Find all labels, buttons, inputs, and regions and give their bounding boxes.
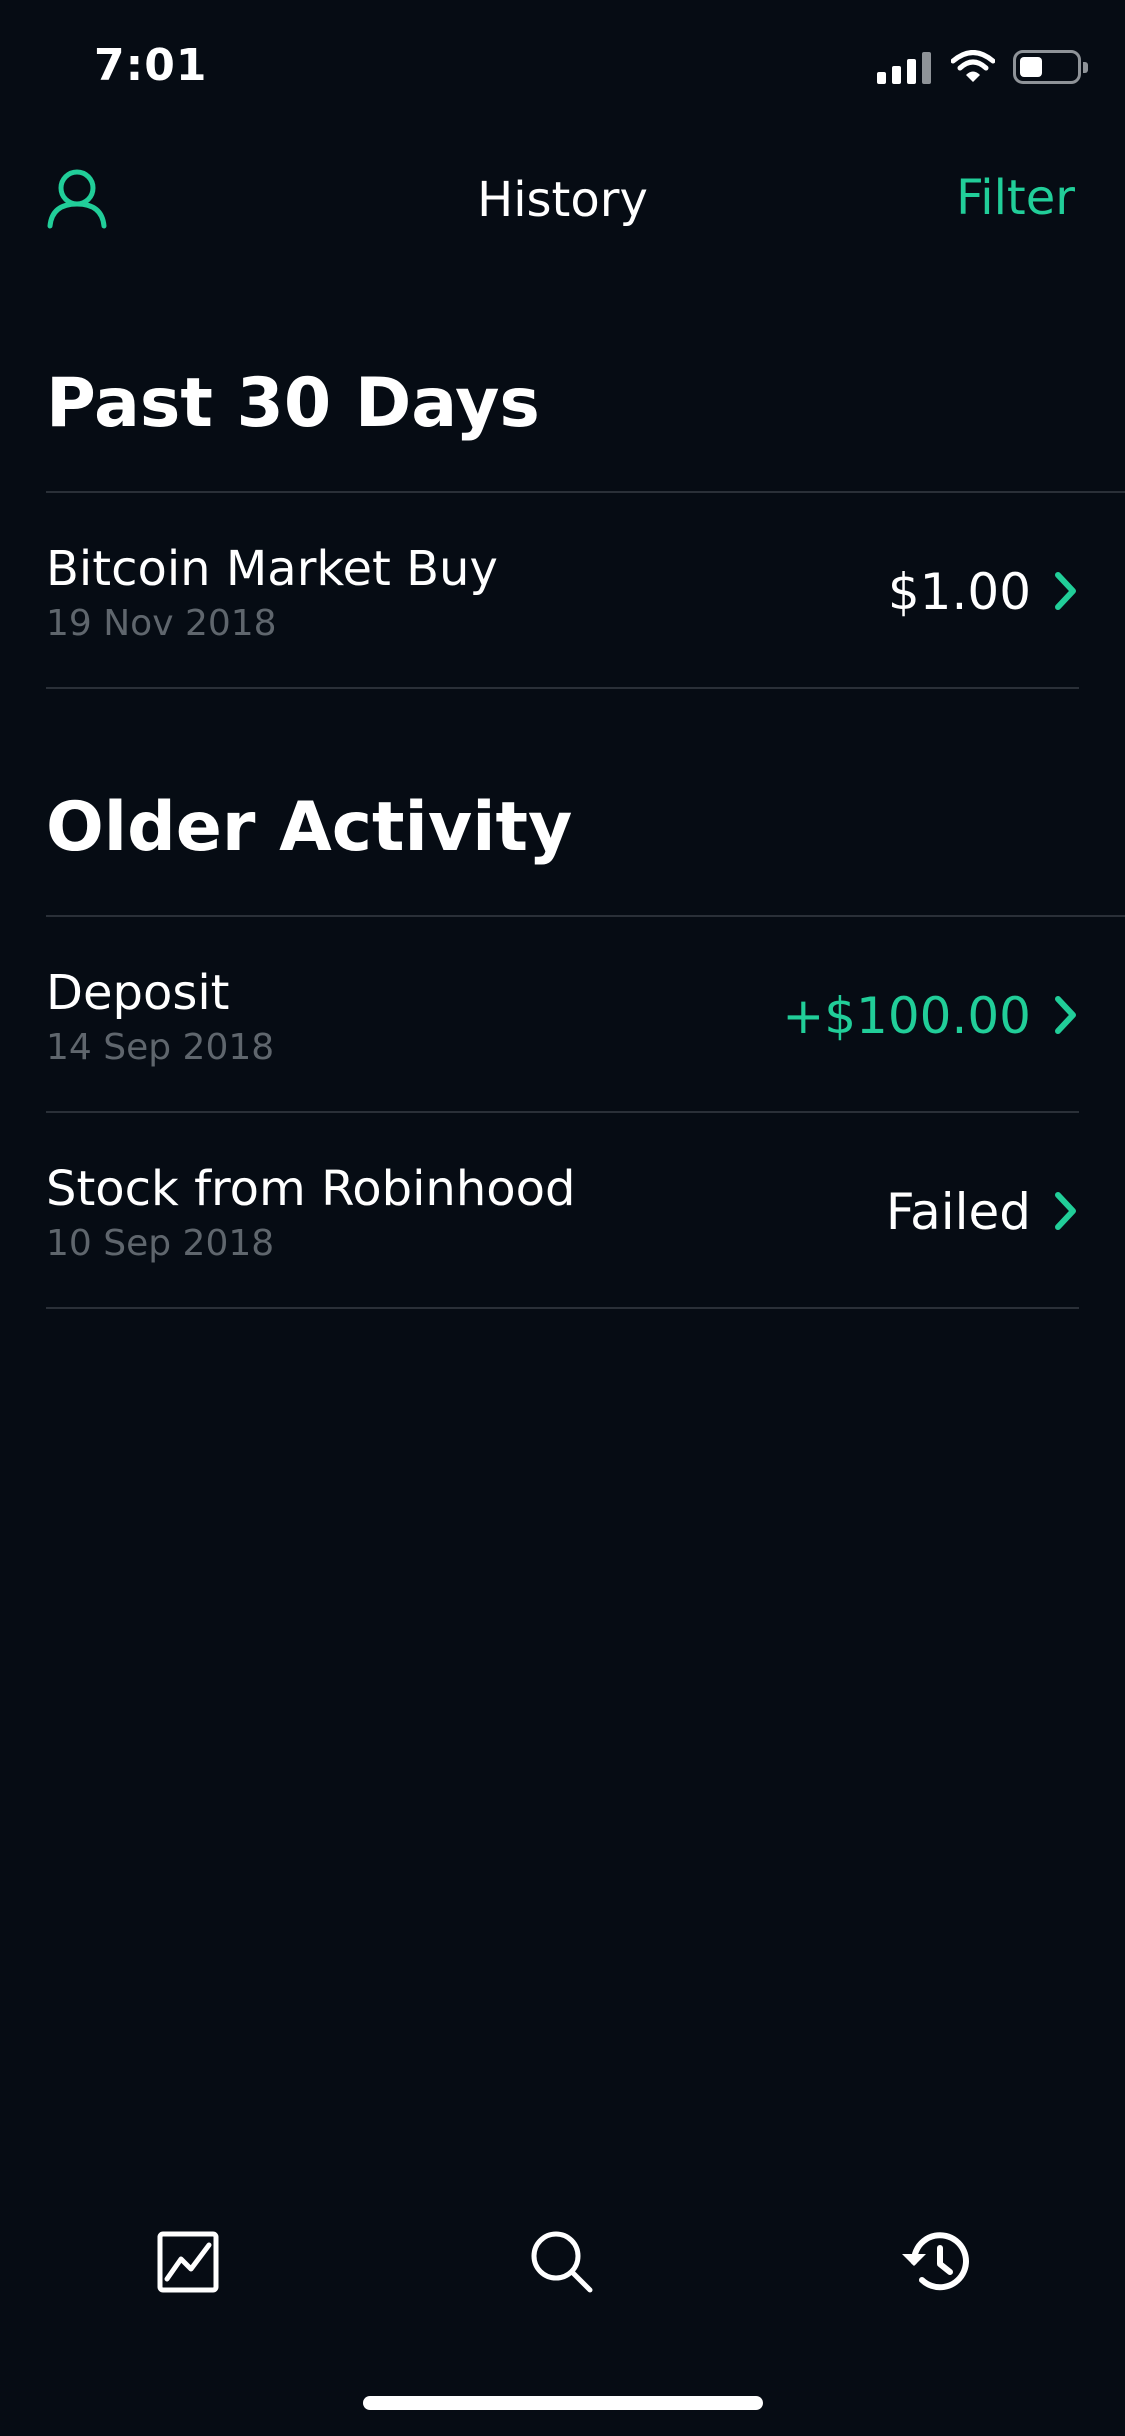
wifi-icon — [951, 50, 995, 82]
item-amount: $1.00 — [887, 563, 1031, 621]
chevron-right-icon — [1055, 996, 1076, 1034]
tab-portfolio[interactable] — [148, 2222, 228, 2302]
filter-button[interactable]: Filter — [956, 170, 1075, 226]
tab-history[interactable] — [896, 2222, 976, 2302]
search-icon — [531, 2231, 593, 2293]
person-icon — [47, 169, 107, 229]
item-date: 19 Nov 2018 — [46, 603, 277, 644]
item-date: 14 Sep 2018 — [46, 1027, 275, 1068]
profile-button[interactable] — [44, 164, 114, 234]
history-screen: 7:01 History Filter Past 30 Days Bitcoin… — [0, 0, 1125, 2436]
item-date: 10 Sep 2018 — [46, 1223, 275, 1264]
history-icon — [902, 2232, 969, 2291]
list-item[interactable]: Bitcoin Market Buy 19 Nov 2018 $1.00 — [46, 493, 1079, 689]
battery-icon — [1013, 50, 1088, 84]
chevron-right-icon — [1055, 1192, 1076, 1230]
item-title: Stock from Robinhood — [46, 1161, 576, 1217]
item-status: Failed — [885, 1183, 1031, 1241]
status-time: 7:01 — [94, 40, 208, 91]
status-icons — [877, 50, 1088, 84]
item-title: Bitcoin Market Buy — [46, 541, 498, 597]
list-item[interactable]: Deposit 14 Sep 2018 +$100.00 — [46, 917, 1079, 1113]
tab-search[interactable] — [522, 2222, 602, 2302]
chevron-right-icon — [1055, 572, 1076, 610]
cellular-signal-icon — [877, 50, 931, 84]
section-title-older-activity: Older Activity — [46, 788, 573, 867]
home-indicator — [363, 2396, 763, 2410]
chart-icon — [157, 2231, 219, 2293]
item-amount: +$100.00 — [782, 987, 1031, 1045]
list-item[interactable]: Stock from Robinhood 10 Sep 2018 Failed — [46, 1113, 1079, 1309]
section-title-past-30-days: Past 30 Days — [46, 364, 540, 443]
item-title: Deposit — [46, 965, 230, 1021]
